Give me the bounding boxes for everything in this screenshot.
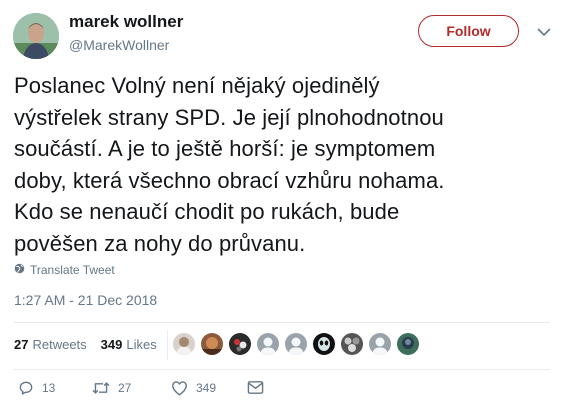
- author-avatar[interactable]: [13, 13, 59, 59]
- divider: [14, 369, 550, 370]
- liker-avatar[interactable]: [313, 333, 335, 355]
- author-handle[interactable]: @MarekWollner: [69, 37, 169, 53]
- liker-avatar[interactable]: [397, 333, 419, 355]
- reply-icon: [18, 380, 34, 396]
- direct-message-button[interactable]: [247, 380, 264, 395]
- liker-avatar[interactable]: [285, 333, 307, 355]
- tweet-card: marek wollner @MarekWollner Follow Posla…: [0, 0, 565, 416]
- like-button[interactable]: 349: [171, 380, 216, 396]
- stats-divider: [167, 330, 168, 360]
- author-name[interactable]: marek wollner: [69, 12, 183, 32]
- like-count: 349: [196, 381, 217, 395]
- liker-avatar[interactable]: [369, 333, 391, 355]
- heart-icon: [171, 380, 188, 396]
- tweet-timestamp[interactable]: 1:27 AM - 21 Dec 2018: [14, 292, 157, 308]
- liker-avatars: [173, 333, 419, 355]
- tweet-actions: 13 27 349: [14, 380, 314, 402]
- chevron-down-icon[interactable]: [535, 23, 553, 41]
- retweets-label: Retweets: [32, 337, 87, 352]
- retweets-count: 27: [14, 337, 29, 352]
- tweet-stats: 27 Retweets 349 Likes: [14, 337, 157, 352]
- message-icon: [247, 380, 264, 395]
- liker-avatar[interactable]: [173, 333, 195, 355]
- likes-stat[interactable]: 349 Likes: [101, 337, 157, 352]
- divider: [14, 322, 550, 323]
- retweets-stat[interactable]: 27 Retweets: [14, 337, 87, 352]
- liker-avatar[interactable]: [201, 333, 223, 355]
- likes-label: Likes: [126, 337, 157, 352]
- reply-button[interactable]: 13: [18, 380, 55, 396]
- reply-count: 13: [42, 381, 56, 395]
- liker-avatar[interactable]: [229, 333, 251, 355]
- follow-button[interactable]: Follow: [418, 15, 519, 47]
- tweet-text: Poslanec Volný není nějaký ojedinělý výs…: [14, 73, 445, 256]
- likes-count: 349: [100, 337, 123, 352]
- translate-tweet-link[interactable]: Translate Tweet: [14, 263, 115, 277]
- retweet-count: 27: [118, 381, 132, 395]
- globe-icon: [14, 263, 25, 277]
- liker-avatar[interactable]: [257, 333, 279, 355]
- retweet-button[interactable]: 27: [92, 380, 131, 396]
- retweet-icon: [92, 380, 110, 396]
- translate-label: Translate Tweet: [30, 263, 115, 277]
- liker-avatar[interactable]: [341, 333, 363, 355]
